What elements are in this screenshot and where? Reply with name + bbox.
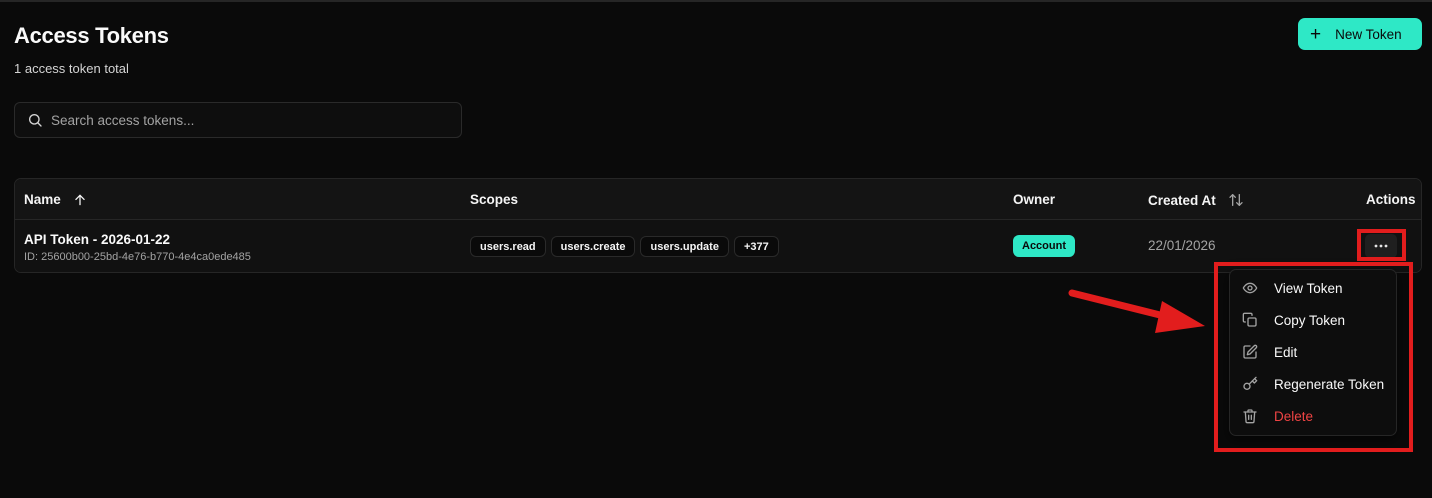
created-date: 22/01/2026 [1148, 238, 1216, 253]
table-row: API Token - 2026-01-22 ID: 25600b00-25bd… [15, 220, 1421, 272]
scope-chip: users.create [550, 236, 636, 257]
scope-more-chip[interactable]: +377 [733, 236, 779, 257]
actions-highlight-box [1357, 229, 1406, 261]
column-created-header[interactable]: Created At [1148, 192, 1244, 208]
column-name-label: Name [24, 192, 61, 207]
search-icon [29, 114, 42, 127]
scope-chip: users.update [640, 236, 729, 257]
new-token-label: New Token [1335, 26, 1402, 42]
column-owner-header: Owner [1013, 192, 1055, 207]
owner-badge: Account [1013, 235, 1075, 257]
column-scopes-header: Scopes [470, 192, 518, 207]
table-header: Name Scopes Owner Created At Actions [15, 179, 1421, 220]
sort-ascending-icon [75, 194, 85, 205]
plus-icon: + [1310, 23, 1322, 45]
column-actions-header: Actions [1366, 192, 1416, 207]
menu-highlight-box [1214, 262, 1413, 452]
page-title: Access Tokens [14, 23, 169, 48]
token-id: ID: 25600b00-25bd-4e76-b770-4e4ca0ede485 [24, 251, 251, 263]
new-token-button[interactable]: + New Token [1298, 18, 1422, 50]
search-box[interactable] [14, 102, 462, 138]
tokens-table: Name Scopes Owner Created At Actions API… [14, 178, 1422, 273]
column-actions-label: Actions [1366, 192, 1416, 207]
top-border [0, 0, 1432, 2]
search-input[interactable] [51, 112, 431, 128]
token-name: API Token - 2026-01-22 [24, 232, 171, 247]
scope-chips: users.read users.create users.update +37… [470, 236, 779, 257]
sort-toggle-icon [1229, 194, 1243, 206]
scope-chip: users.read [470, 236, 546, 257]
column-name-header[interactable]: Name [24, 192, 87, 207]
token-count: 1 access token total [14, 61, 129, 76]
column-scopes-label: Scopes [470, 192, 519, 207]
column-created-label: Created At [1148, 192, 1216, 208]
column-owner-label: Owner [1013, 192, 1056, 207]
